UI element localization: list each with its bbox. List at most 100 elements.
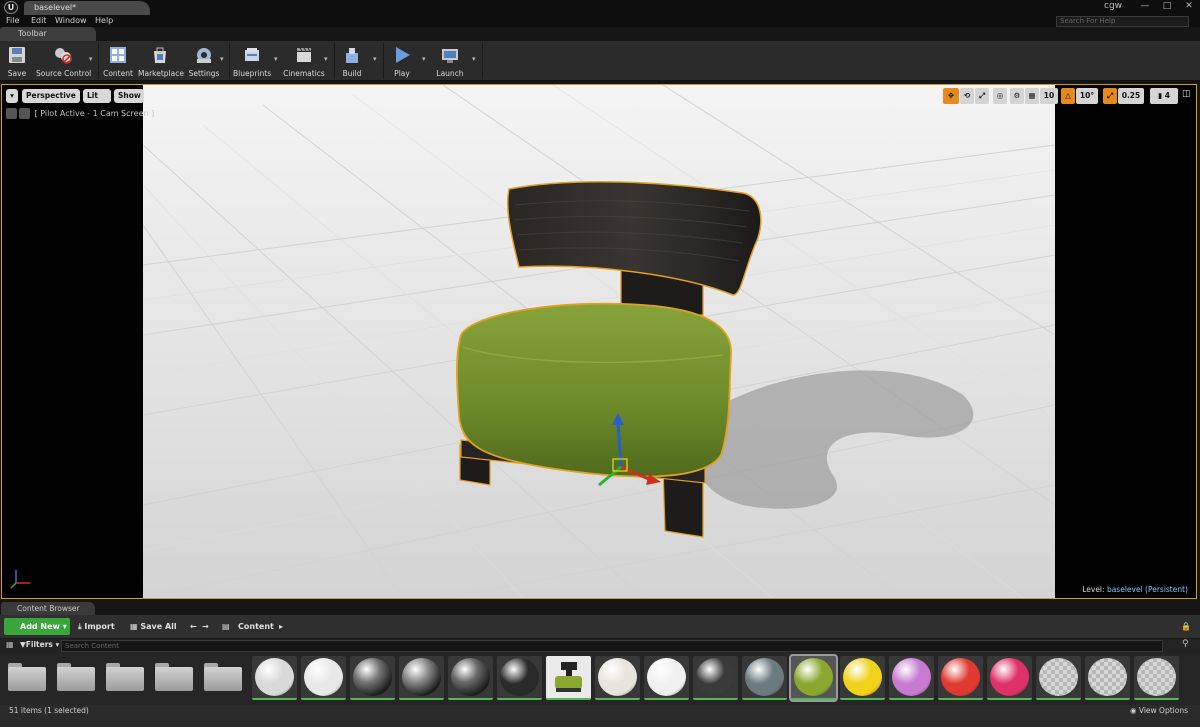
maximize-viewport-icon[interactable]: ◫ bbox=[1182, 89, 1191, 99]
asset-material[interactable] bbox=[1036, 656, 1081, 700]
asset-material[interactable] bbox=[938, 656, 983, 700]
cinematics-dropdown-icon[interactable]: ▾ bbox=[324, 55, 328, 63]
level-name[interactable]: baselevel (Persistent) bbox=[1107, 585, 1188, 594]
scale-snap-value[interactable]: 0.25 bbox=[1118, 88, 1144, 104]
asset-material[interactable] bbox=[987, 656, 1032, 700]
lock-camera-icon[interactable] bbox=[19, 108, 30, 119]
source-control-dropdown-icon[interactable]: ▾ bbox=[89, 55, 93, 63]
viewport-scene[interactable] bbox=[143, 85, 1055, 598]
blueprints-dropdown-icon[interactable]: ▾ bbox=[274, 55, 278, 63]
material-preview-sphere bbox=[1088, 658, 1127, 696]
marketplace-button[interactable]: Marketplace bbox=[138, 43, 184, 80]
eject-icon[interactable] bbox=[6, 108, 17, 119]
menu-file[interactable]: File bbox=[6, 15, 19, 27]
settings-button[interactable]: Settings bbox=[188, 43, 220, 80]
level-indicator: Level: baselevel (Persistent) bbox=[1082, 585, 1188, 594]
asset-material[interactable] bbox=[1134, 656, 1179, 700]
asset-type-bar bbox=[742, 698, 787, 700]
content-browser-tab[interactable]: Content Browser bbox=[1, 602, 95, 615]
build-button[interactable]: Build bbox=[338, 43, 366, 80]
asset-material[interactable] bbox=[595, 656, 640, 700]
play-label: Play bbox=[394, 69, 410, 78]
asset-folder[interactable] bbox=[154, 659, 194, 693]
asset-material[interactable] bbox=[840, 656, 885, 700]
unreal-logo-icon[interactable]: U bbox=[4, 1, 18, 14]
build-dropdown-icon[interactable]: ▾ bbox=[373, 55, 377, 63]
close-icon[interactable]: ✕ bbox=[1178, 0, 1200, 14]
camera-speed-value[interactable]: ▮ 4 bbox=[1150, 88, 1178, 104]
asset-material[interactable] bbox=[1085, 656, 1130, 700]
asset-folder[interactable] bbox=[105, 659, 145, 693]
import-icon: ⤓ bbox=[78, 622, 82, 631]
asset-material[interactable] bbox=[693, 656, 738, 700]
save-all-button[interactable]: ▦ Save All bbox=[130, 618, 177, 635]
asset-material[interactable] bbox=[889, 656, 934, 700]
play-dropdown-icon[interactable]: ▾ bbox=[422, 55, 426, 63]
path-chevron-icon[interactable]: ▸ bbox=[279, 618, 283, 635]
view-options-button[interactable]: ◉ View Options bbox=[1130, 706, 1188, 716]
search-icon[interactable]: ⚲ bbox=[1182, 639, 1189, 649]
play-button[interactable]: Play bbox=[388, 43, 416, 80]
items-count: 51 items (1 selected) bbox=[9, 706, 89, 715]
asset-material[interactable] bbox=[789, 654, 838, 702]
source-control-label: Source Control bbox=[36, 69, 92, 78]
history-back-icon[interactable]: ← bbox=[190, 618, 197, 635]
build-label: Build bbox=[342, 69, 362, 78]
asset-material[interactable] bbox=[448, 656, 493, 700]
asset-material[interactable] bbox=[497, 656, 542, 700]
rotation-snap-value[interactable]: 10° bbox=[1076, 88, 1098, 104]
import-button[interactable]: ⤓ Import bbox=[78, 618, 115, 635]
eye-icon: ◉ bbox=[1129, 706, 1137, 715]
perspective-button[interactable]: Perspective bbox=[22, 89, 80, 103]
asset-folder[interactable] bbox=[56, 659, 96, 693]
launch-button[interactable]: Launch bbox=[434, 43, 466, 80]
asset-material[interactable] bbox=[399, 656, 444, 700]
level-viewport[interactable]: ▾ Perspective Lit Show [ Pilot Active - … bbox=[1, 84, 1197, 599]
lock-icon[interactable]: 🔒 bbox=[1181, 618, 1191, 635]
menu-edit[interactable]: Edit bbox=[31, 15, 47, 27]
asset-material[interactable] bbox=[350, 656, 395, 700]
menu-help[interactable]: Help bbox=[95, 15, 113, 27]
asset-material[interactable] bbox=[252, 656, 297, 700]
blueprints-button[interactable]: Blueprints bbox=[233, 43, 271, 80]
sources-panel-toggle-icon[interactable]: ▦ bbox=[6, 640, 14, 649]
show-button[interactable]: Show bbox=[114, 89, 144, 103]
save-button[interactable]: Save bbox=[4, 43, 30, 80]
material-preview-sphere bbox=[745, 658, 784, 696]
maximize-icon[interactable]: □ bbox=[1156, 0, 1178, 14]
asset-material[interactable] bbox=[742, 656, 787, 700]
translate-tool-icon[interactable]: ✥ bbox=[943, 88, 959, 104]
scale-snap-icon[interactable]: ⤢ bbox=[1103, 88, 1117, 104]
grid-snap-value[interactable]: 10 bbox=[1040, 88, 1058, 104]
grid-snap-icon[interactable]: ▦ bbox=[1025, 88, 1039, 104]
level-document-tab[interactable]: baselevel* bbox=[24, 1, 150, 15]
cinematics-button[interactable]: Cinematics bbox=[283, 43, 325, 80]
asset-static-mesh[interactable] bbox=[546, 656, 591, 700]
rotation-snap-icon[interactable]: △ bbox=[1061, 88, 1075, 104]
view-mode-lit-button[interactable]: Lit bbox=[83, 89, 111, 103]
filters-button[interactable]: ▼Filters ▾ bbox=[20, 640, 59, 649]
source-control-button[interactable]: Source Control bbox=[36, 43, 92, 80]
toolbar-separator bbox=[98, 43, 99, 79]
scale-tool-icon[interactable]: ⤢ bbox=[975, 88, 989, 104]
asset-folder[interactable] bbox=[203, 659, 243, 693]
asset-material[interactable] bbox=[644, 656, 689, 700]
asset-folder[interactable] bbox=[7, 659, 47, 693]
path-content-crumb[interactable]: Content bbox=[238, 618, 274, 635]
add-new-button[interactable]: Add New ▾ bbox=[4, 618, 70, 635]
asset-material[interactable] bbox=[301, 656, 346, 700]
content-button[interactable]: Content bbox=[103, 43, 133, 80]
world-space-icon[interactable]: ◎ bbox=[993, 88, 1007, 104]
launch-dropdown-icon[interactable]: ▾ bbox=[472, 55, 476, 63]
history-forward-icon[interactable]: → bbox=[202, 618, 209, 635]
settings-dropdown-icon[interactable]: ▾ bbox=[220, 55, 224, 63]
toolbar-tab[interactable]: Toolbar bbox=[0, 27, 96, 41]
asset-type-bar bbox=[350, 698, 395, 700]
search-help-input[interactable]: Search For Help bbox=[1056, 16, 1189, 27]
rotate-tool-icon[interactable]: ⟲ bbox=[960, 88, 974, 104]
minimize-icon[interactable]: — bbox=[1134, 0, 1156, 14]
viewport-options-dropdown[interactable]: ▾ bbox=[6, 89, 18, 103]
surface-snap-icon[interactable]: ⚙ bbox=[1010, 88, 1024, 104]
search-content-input[interactable]: Search Content bbox=[61, 640, 1163, 652]
menu-window[interactable]: Window bbox=[55, 15, 87, 27]
